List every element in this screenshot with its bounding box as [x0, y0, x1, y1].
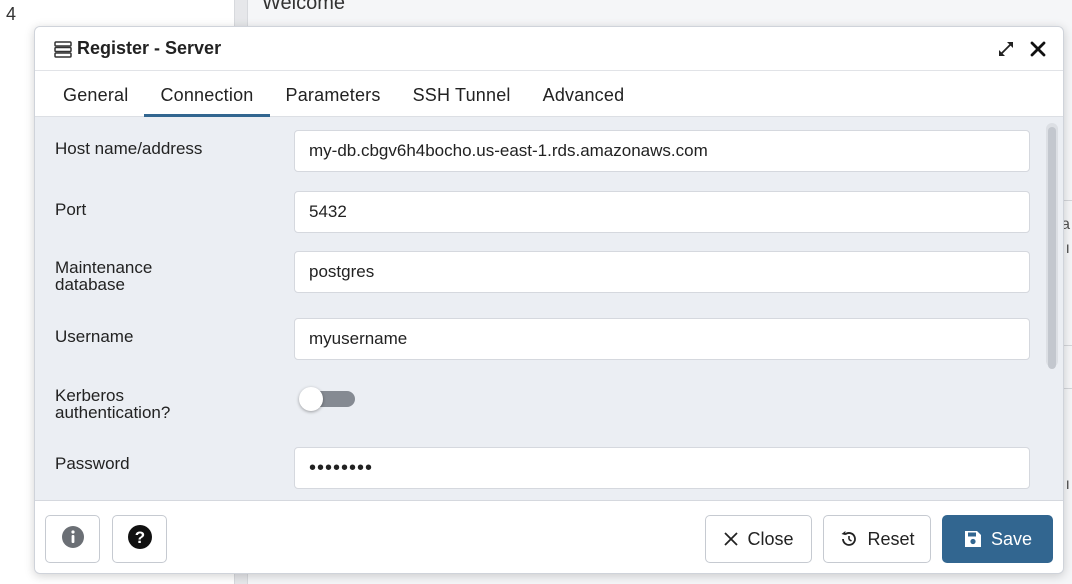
close-button[interactable]: Close — [705, 515, 812, 563]
help-button[interactable]: ? — [112, 515, 167, 563]
port-label: Port — [55, 200, 87, 219]
kerberos-label: Kerberos authentication? — [55, 387, 170, 421]
close-x-icon — [723, 531, 739, 547]
save-button[interactable]: Save — [942, 515, 1053, 563]
dialog-titlebar[interactable]: Register - Server — [35, 27, 1063, 71]
reset-icon — [839, 529, 859, 549]
toggle-knob — [299, 387, 323, 411]
save-icon — [963, 529, 983, 549]
connection-form: Host name/address my-db.cbgv6h4bocho.us-… — [35, 118, 1063, 500]
help-icon: ? — [127, 524, 153, 555]
close-button-label: Close — [747, 528, 794, 549]
svg-text:?: ? — [134, 528, 144, 547]
tab-ssh-tunnel[interactable]: SSH Tunnel — [397, 85, 527, 116]
save-button-label: Save — [990, 528, 1033, 549]
register-server-dialog: Register - Server General Connection Par… — [34, 26, 1064, 574]
kerberos-label-line2: authentication? — [55, 403, 171, 422]
reset-button-label: Reset — [867, 528, 915, 549]
host-input[interactable]: my-db.cbgv6h4bocho.us-east-1.rds.amazona… — [294, 130, 1030, 172]
username-input[interactable]: myusername — [294, 318, 1030, 360]
maintenance-database-label-line2: database — [55, 275, 125, 294]
scrollbar-thumb[interactable] — [1048, 127, 1056, 369]
dialog-tabs: General Connection Parameters SSH Tunnel… — [35, 71, 1063, 117]
reset-button[interactable]: Reset — [823, 515, 931, 563]
form-scrollbar[interactable] — [1046, 123, 1058, 369]
close-icon[interactable] — [1027, 38, 1049, 60]
host-label: Host name/address — [55, 139, 203, 158]
background-text-fragment: ı — [1065, 240, 1070, 257]
password-label: Password — [55, 454, 130, 473]
tab-advanced[interactable]: Advanced — [527, 85, 641, 116]
maintenance-database-input[interactable]: postgres — [294, 251, 1030, 293]
tab-parameters[interactable]: Parameters — [270, 85, 397, 116]
server-icon — [53, 39, 73, 59]
maintenance-database-label: Maintenance database — [55, 259, 152, 293]
info-icon — [61, 525, 85, 554]
expand-icon[interactable] — [995, 38, 1017, 60]
background-welcome-text: Welcome — [262, 0, 345, 14]
kerberos-toggle[interactable] — [297, 386, 355, 412]
tab-connection[interactable]: Connection — [144, 85, 270, 117]
background-text-fragment: ı — [1065, 476, 1070, 493]
username-label: Username — [55, 327, 134, 346]
password-input[interactable]: •••••••• — [294, 447, 1030, 489]
dialog-title: Register - Server — [77, 38, 222, 58]
tab-general[interactable]: General — [47, 85, 144, 116]
info-button[interactable] — [45, 515, 100, 563]
dialog-footer: ? Close Reset Save — [35, 500, 1063, 573]
background-number: 4 — [6, 4, 17, 24]
port-input[interactable]: 5432 — [294, 191, 1030, 233]
